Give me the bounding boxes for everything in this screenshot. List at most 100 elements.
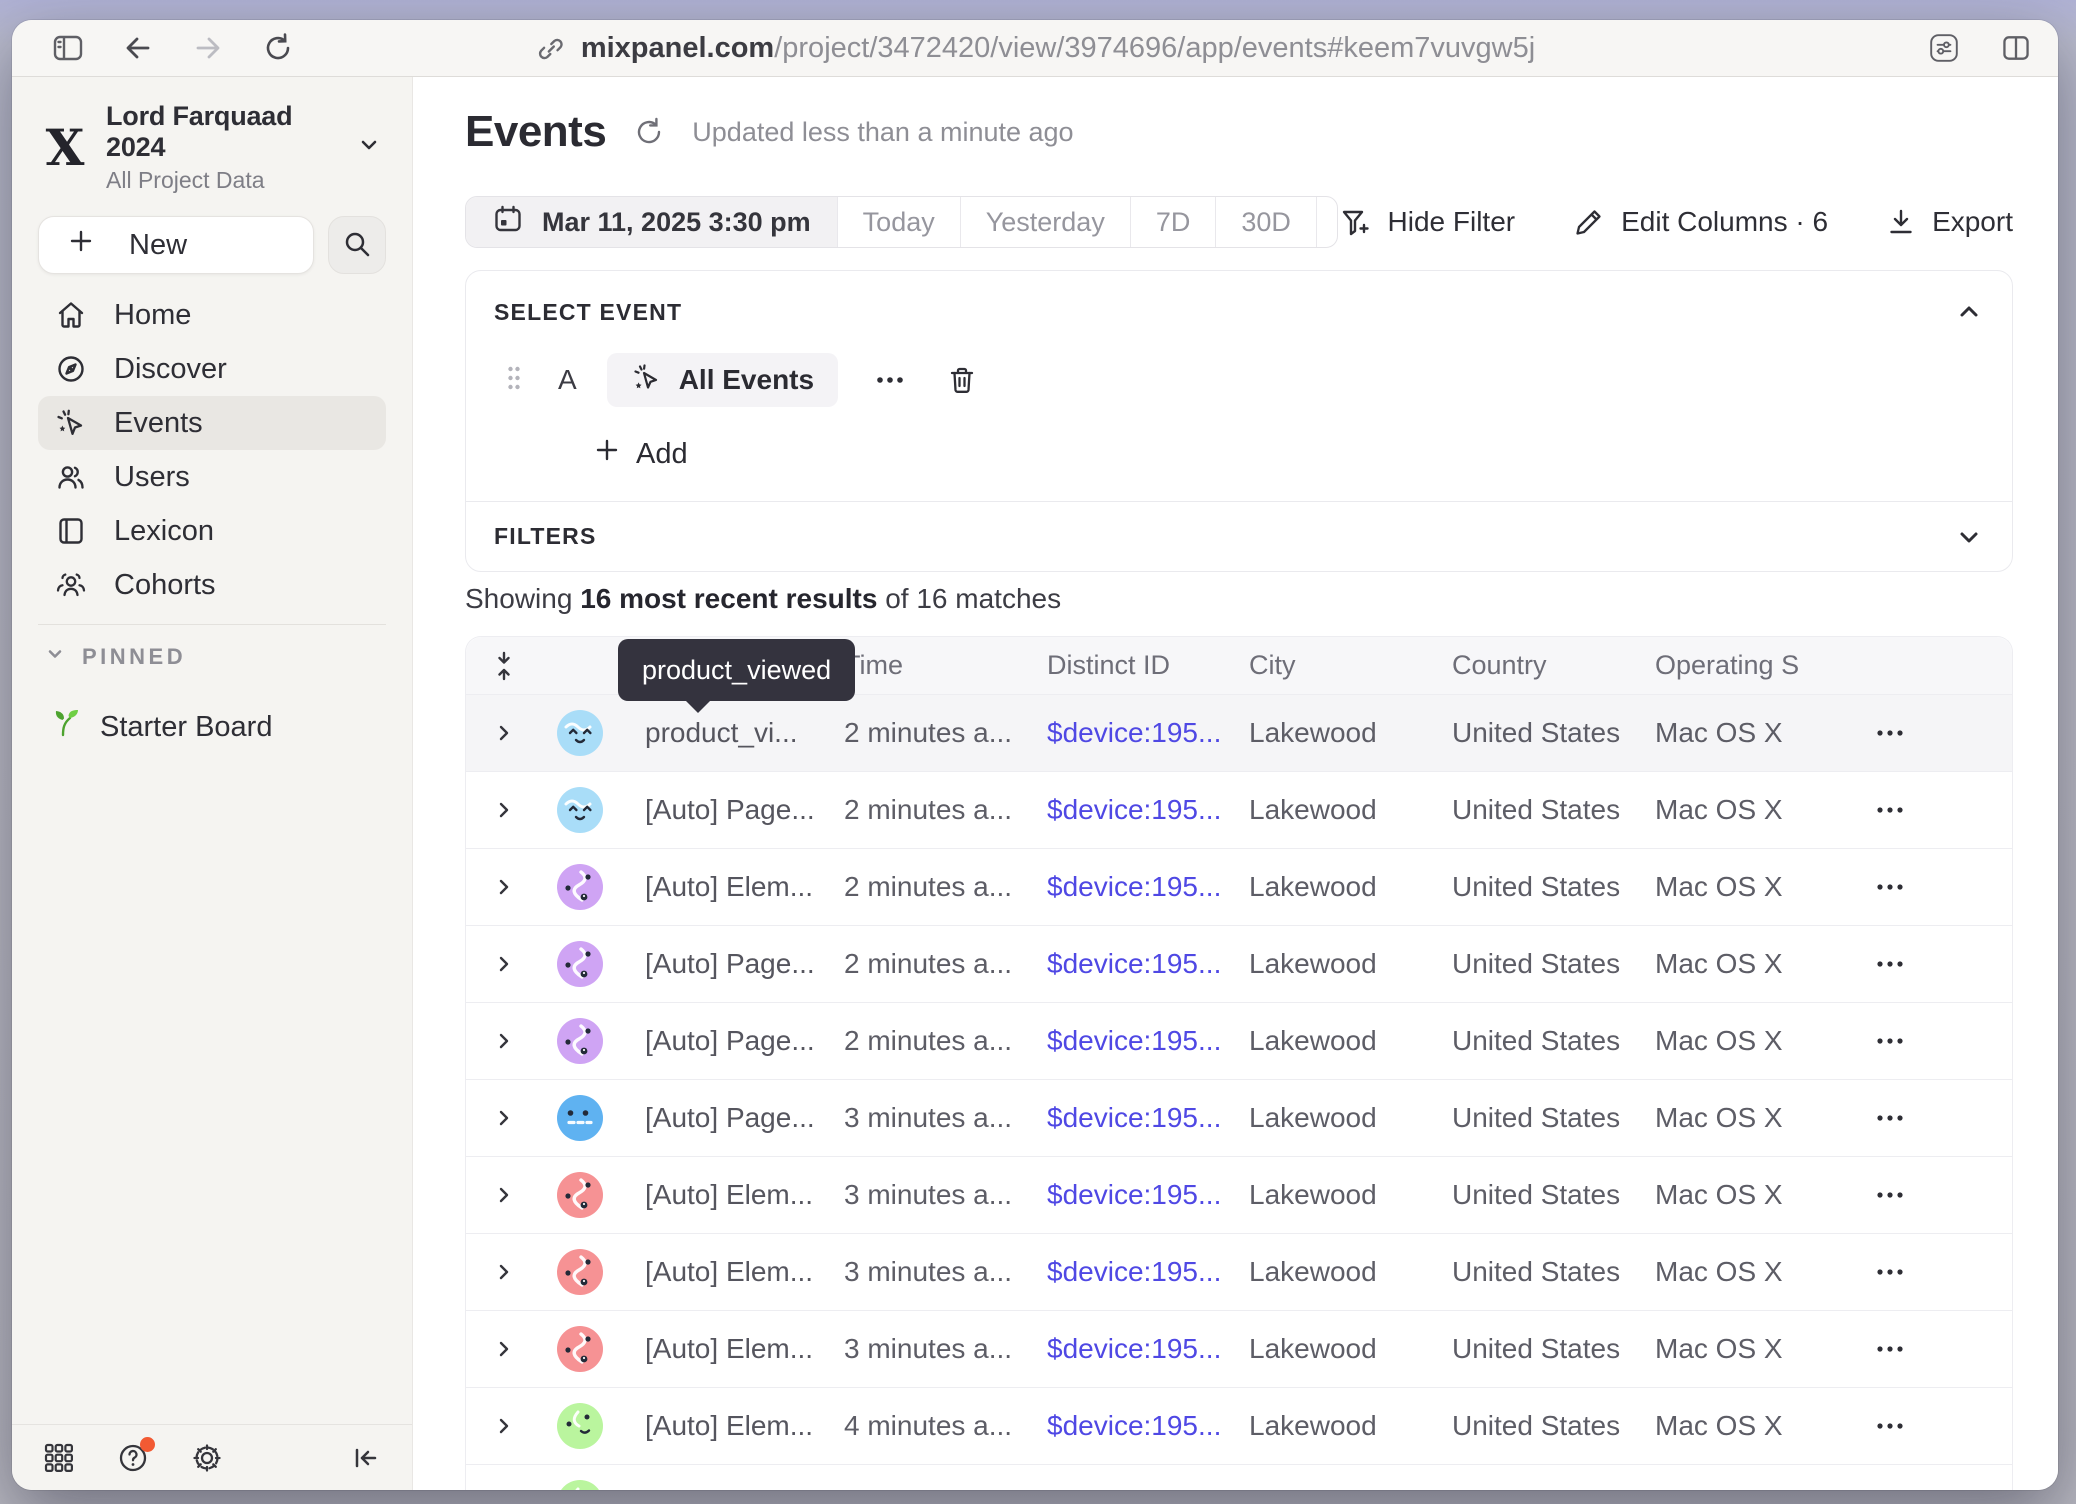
table-row[interactable]: [Auto] Elem...3 minutes a...$device:195.… — [466, 1234, 2012, 1311]
drag-handle-icon[interactable] — [506, 363, 522, 398]
cell-time: 2 minutes a... — [844, 717, 1047, 749]
row-menu-icon[interactable] — [1871, 803, 2012, 817]
users-icon — [54, 460, 88, 494]
expand-row-icon[interactable] — [466, 1414, 541, 1438]
row-menu-icon[interactable] — [1871, 880, 2012, 894]
table-row[interactable]: [Auto] Elem...2 minutes a...$device:195.… — [466, 849, 2012, 926]
expand-row-icon[interactable] — [466, 1106, 541, 1130]
table-row[interactable]: [Auto] Elem...4 minutes a...$device:195.… — [466, 1388, 2012, 1465]
forward-icon[interactable] — [192, 32, 224, 64]
expand-row-icon[interactable] — [466, 1260, 541, 1284]
sidebar-item-home[interactable]: Home — [38, 288, 386, 342]
col-header-os[interactable]: Operating S — [1655, 650, 1871, 681]
cell-distinct-id[interactable]: $device:195... — [1047, 1102, 1249, 1134]
pinned-section-header[interactable]: PINNED — [38, 643, 386, 671]
collapse-sidebar-icon[interactable] — [348, 1441, 382, 1475]
range-today[interactable]: Today — [837, 197, 960, 247]
add-event-button[interactable]: Add — [594, 437, 688, 471]
cell-distinct-id[interactable]: $device:195... — [1047, 717, 1249, 749]
cell-distinct-id[interactable]: $device:195... — [1047, 1410, 1249, 1442]
row-menu-icon[interactable] — [1871, 1111, 2012, 1125]
collapse-rows-icon[interactable] — [466, 650, 541, 682]
url-path: /project/3472420/view/3974696/app/events… — [774, 32, 1535, 64]
sidebar-item-cohorts[interactable]: Cohorts — [38, 558, 386, 612]
project-switcher[interactable]: X Lord Farquaad 2024 All Project Data — [38, 101, 386, 194]
sidebar-item-label: Events — [114, 407, 203, 440]
expand-row-icon[interactable] — [466, 1337, 541, 1361]
table-row[interactable]: [Auto] Page...3 minutes a...$device:195.… — [466, 1080, 2012, 1157]
more-options-icon[interactable] — [874, 373, 906, 387]
range-30d[interactable]: 30D — [1215, 197, 1316, 247]
row-menu-icon[interactable] — [1871, 957, 2012, 971]
cell-distinct-id[interactable]: $device:195... — [1047, 1333, 1249, 1365]
table-row[interactable]: [Auto] Page...2 minutes a...$device:195.… — [466, 926, 2012, 1003]
table-row[interactable]: [Auto] Elem...3 minutes a...$device:195.… — [466, 1157, 2012, 1234]
settings-gear-icon[interactable] — [190, 1441, 224, 1475]
pinned-item[interactable]: Starter Board — [38, 705, 386, 749]
new-button[interactable]: New — [38, 216, 314, 274]
cell-country: United States — [1452, 871, 1655, 903]
expand-row-icon[interactable] — [466, 1183, 541, 1207]
row-menu-icon[interactable] — [1871, 1265, 2012, 1279]
refresh-icon[interactable] — [632, 115, 666, 149]
lexicon-icon — [54, 514, 88, 548]
back-icon[interactable] — [122, 32, 154, 64]
search-icon — [342, 229, 372, 262]
event-avatar — [541, 1249, 619, 1295]
sidebar-item-lexicon[interactable]: Lexicon — [38, 504, 386, 558]
table-row[interactable]: [Auto] Page...2 minutes a...$device:195.… — [466, 772, 2012, 849]
expand-row-icon[interactable] — [466, 798, 541, 822]
event-avatar — [541, 941, 619, 987]
page-settings-icon[interactable] — [1928, 32, 1960, 64]
sidebar-item-events[interactable]: Events — [38, 396, 386, 450]
sidebar-item-label: Users — [114, 461, 190, 494]
col-header-time[interactable]: Time — [844, 650, 1047, 681]
range-3m[interactable]: 3M — [1316, 197, 1338, 247]
row-menu-icon[interactable] — [1871, 1034, 2012, 1048]
row-menu-icon[interactable] — [1871, 726, 2012, 740]
search-button[interactable] — [328, 216, 386, 274]
export-button[interactable]: Export — [1886, 206, 2013, 238]
pencil-icon — [1573, 206, 1605, 238]
table-row[interactable] — [466, 1465, 2012, 1490]
reload-icon[interactable] — [262, 32, 294, 64]
col-header-city[interactable]: City — [1249, 650, 1452, 681]
expand-row-icon[interactable] — [466, 721, 541, 745]
edit-columns-button[interactable]: Edit Columns · 6 — [1573, 206, 1828, 238]
cell-time: 3 minutes a... — [844, 1102, 1047, 1134]
trash-icon[interactable] — [946, 364, 978, 396]
table-row[interactable]: [Auto] Page...2 minutes a...$device:195.… — [466, 1003, 2012, 1080]
event-avatar — [541, 1480, 619, 1490]
row-menu-icon[interactable] — [1871, 1419, 2012, 1433]
cell-distinct-id[interactable]: $device:195... — [1047, 1179, 1249, 1211]
row-menu-icon[interactable] — [1871, 1342, 2012, 1356]
address-bar[interactable]: mixpanel.com/project/3472420/view/397469… — [535, 20, 1535, 77]
hide-filter-button[interactable]: Hide Filter — [1338, 205, 1516, 239]
sidebar-item-discover[interactable]: Discover — [38, 342, 386, 396]
expand-row-icon[interactable] — [466, 875, 541, 899]
cell-distinct-id[interactable]: $device:195... — [1047, 794, 1249, 826]
expand-row-icon[interactable] — [466, 1029, 541, 1053]
expand-row-icon[interactable] — [466, 952, 541, 976]
apps-grid-icon[interactable] — [42, 1441, 76, 1475]
filters-section[interactable]: FILTERS — [466, 501, 2012, 571]
date-picker[interactable]: Mar 11, 2025 3:30 pm — [466, 197, 837, 247]
cell-distinct-id[interactable]: $device:195... — [1047, 1256, 1249, 1288]
col-header-country[interactable]: Country — [1452, 650, 1655, 681]
help-icon[interactable] — [116, 1441, 150, 1475]
col-header-distinct-id[interactable]: Distinct ID — [1047, 650, 1249, 681]
chevron-up-icon[interactable] — [1954, 297, 1984, 327]
cell-distinct-id[interactable]: $device:195... — [1047, 871, 1249, 903]
cell-event-name: product_vi... — [619, 717, 844, 749]
sidebar-toggle-icon[interactable] — [52, 32, 84, 64]
cell-distinct-id[interactable]: $device:195... — [1047, 1025, 1249, 1057]
sidebar-item-users[interactable]: Users — [38, 450, 386, 504]
table-row[interactable]: [Auto] Elem...3 minutes a...$device:195.… — [466, 1311, 2012, 1388]
row-menu-icon[interactable] — [1871, 1188, 2012, 1202]
range-7d[interactable]: 7D — [1130, 197, 1216, 247]
range-yesterday[interactable]: Yesterday — [960, 197, 1130, 247]
chevron-down-icon[interactable] — [1954, 522, 1984, 552]
event-selector-pill[interactable]: All Events — [607, 353, 838, 407]
split-view-icon[interactable] — [2000, 32, 2032, 64]
cell-distinct-id[interactable]: $device:195... — [1047, 948, 1249, 980]
